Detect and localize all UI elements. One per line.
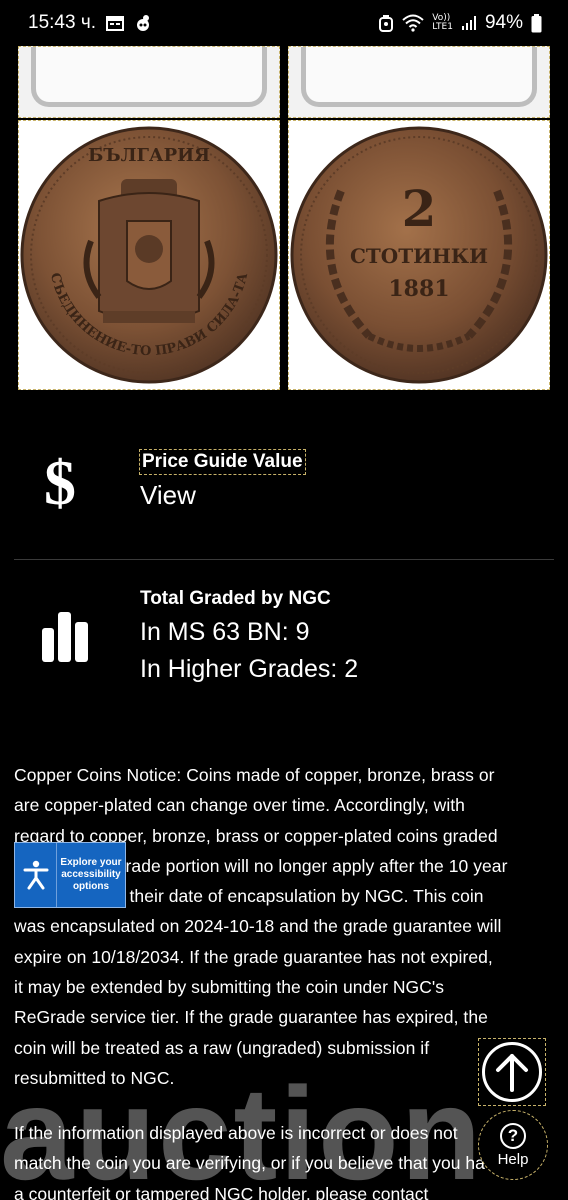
price-guide-view-link[interactable]: View bbox=[140, 480, 196, 511]
coin-reverse-value: 2 bbox=[402, 179, 437, 238]
alarm-icon bbox=[378, 14, 394, 32]
help-label: Help bbox=[497, 1150, 529, 1168]
dollar-icon: $ bbox=[44, 447, 76, 518]
coin-reverse-image[interactable]: 2 СТОТИНКИ 1881 bbox=[288, 120, 550, 390]
total-graded-title: Total Graded by NGC bbox=[140, 588, 331, 609]
slab-top-reverse bbox=[288, 46, 550, 118]
battery-percent: 94% bbox=[484, 12, 523, 33]
arrow-up-icon bbox=[496, 1054, 528, 1092]
network-type-label: Vo)) LTE1 bbox=[432, 13, 453, 32]
price-guide-section: $ Price Guide Value View bbox=[14, 440, 554, 560]
accessibility-options-button[interactable]: Explore your accessibility options bbox=[14, 842, 126, 908]
slab-top-obverse bbox=[18, 46, 280, 118]
help-button[interactable]: ? Help bbox=[478, 1110, 548, 1180]
battery-icon bbox=[531, 13, 542, 33]
coin-obverse-legend: БЪЛГАРИЯ bbox=[88, 145, 210, 166]
wifi-icon bbox=[402, 14, 424, 32]
calendar-icon bbox=[106, 15, 125, 31]
copper-coins-notice: Copper Coins Notice: Coins made of coppe… bbox=[14, 765, 508, 1088]
price-guide-title-link[interactable]: Price Guide Value bbox=[139, 449, 306, 475]
signal-icon bbox=[461, 15, 477, 31]
coin-reverse-year: 1881 bbox=[388, 276, 449, 302]
accessibility-icon bbox=[15, 843, 57, 907]
status-time: 15:43 ч. bbox=[28, 12, 97, 33]
question-icon: ? bbox=[500, 1122, 526, 1149]
coin-images: БЪЛГАРИЯ СЪЕДИНЕНИЕ-ТО ПРАВИ СИЛА-ТА 2 С… bbox=[18, 46, 550, 390]
total-graded-section: Total Graded by NGC In MS 63 BN: 9 In Hi… bbox=[14, 586, 554, 696]
coin-reverse-denomination: СТОТИНКИ bbox=[350, 244, 488, 268]
status-bar: 15:43 ч. Vo)) LTE1 94% bbox=[0, 0, 568, 46]
graded-in-grade-count: In MS 63 BN: 9 bbox=[140, 618, 310, 646]
app-notification-icon bbox=[134, 14, 152, 32]
bar-chart-icon bbox=[42, 612, 90, 664]
coin-obverse-image[interactable]: БЪЛГАРИЯ СЪЕДИНЕНИЕ-ТО ПРАВИ СИЛА-ТА bbox=[18, 120, 280, 390]
graded-higher-count: In Higher Grades: 2 bbox=[140, 655, 359, 683]
scroll-to-top-button[interactable] bbox=[478, 1038, 546, 1106]
incorrect-info-notice: If the information displayed above is in… bbox=[14, 1123, 504, 1200]
accessibility-options-label: Explore your accessibility options bbox=[60, 857, 122, 892]
